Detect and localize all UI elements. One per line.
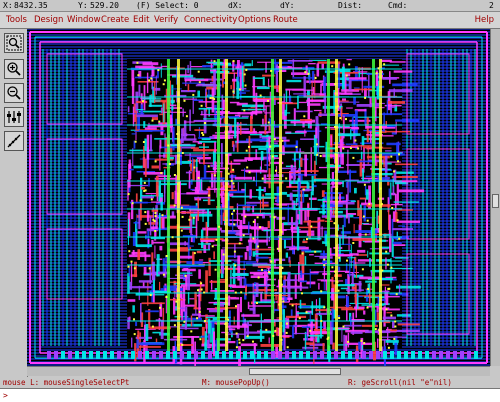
menu-edit[interactable]: Edit <box>133 15 149 25</box>
menu-connectivity[interactable]: Connectivity <box>184 15 237 25</box>
dy-readout: dY: <box>280 1 295 10</box>
vertical-scroll-thumb[interactable] <box>492 194 499 208</box>
horizontal-scroll-thumb[interactable] <box>249 368 341 375</box>
menu-window[interactable]: Window <box>67 15 101 25</box>
vertical-scrollbar[interactable] <box>490 29 500 366</box>
menu-route[interactable]: Route <box>273 15 298 25</box>
window-number: 2 <box>489 1 494 10</box>
zoom-fit-icon <box>6 35 22 51</box>
chip-layout-view <box>27 29 490 366</box>
mouse-right-binding: R: geScroll(nil "e"nil) <box>348 378 452 387</box>
zoom-fit-button[interactable] <box>4 33 24 53</box>
stretch-icon <box>7 111 21 123</box>
mouse-left-binding: mouse L: mouseSingleSelectPt <box>3 378 130 387</box>
zoom-in-icon <box>7 62 21 76</box>
mouse-binding-bar: mouse L: mouseSingleSelectPt M: mousePop… <box>0 377 500 388</box>
stretch-button[interactable] <box>4 107 24 127</box>
x-coordinate-value: 8432.35 <box>14 1 48 10</box>
command-prompt: > <box>3 391 8 400</box>
layout-canvas[interactable] <box>27 29 490 366</box>
menu-options[interactable]: Options <box>238 15 271 25</box>
zoom-out-button[interactable] <box>4 83 24 103</box>
horizontal-scrollbar[interactable] <box>27 366 490 376</box>
zoom-in-button[interactable] <box>4 59 24 79</box>
menu-bar: Tools Design Window Create Edit Verify C… <box>0 12 500 29</box>
x-coordinate-label: X: <box>3 1 13 10</box>
distance-readout: Dist: <box>338 1 363 10</box>
y-coordinate-label: Y: <box>78 1 88 10</box>
menu-verify[interactable]: Verify <box>154 15 178 25</box>
mouse-middle-binding: M: mousePopUp() <box>202 378 270 387</box>
ruler-icon <box>7 134 21 148</box>
command-input[interactable]: > <box>0 388 500 402</box>
icon-toolbar <box>0 29 28 381</box>
zoom-out-icon <box>7 86 21 100</box>
command-readout: Cmd: <box>388 1 408 10</box>
menu-tools[interactable]: Tools <box>6 15 27 25</box>
coordinate-status-bar: X: 8432.35 Y: 529.20 (F) Select: 0 dX: d… <box>0 0 500 12</box>
menu-design[interactable]: Design <box>34 15 63 25</box>
menu-create[interactable]: Create <box>101 15 129 25</box>
select-count: (F) Select: 0 <box>136 1 199 10</box>
dx-readout: dX: <box>228 1 243 10</box>
menu-help[interactable]: Help <box>475 15 494 25</box>
y-coordinate-value: 529.20 <box>90 1 119 10</box>
ruler-button[interactable] <box>4 131 24 151</box>
